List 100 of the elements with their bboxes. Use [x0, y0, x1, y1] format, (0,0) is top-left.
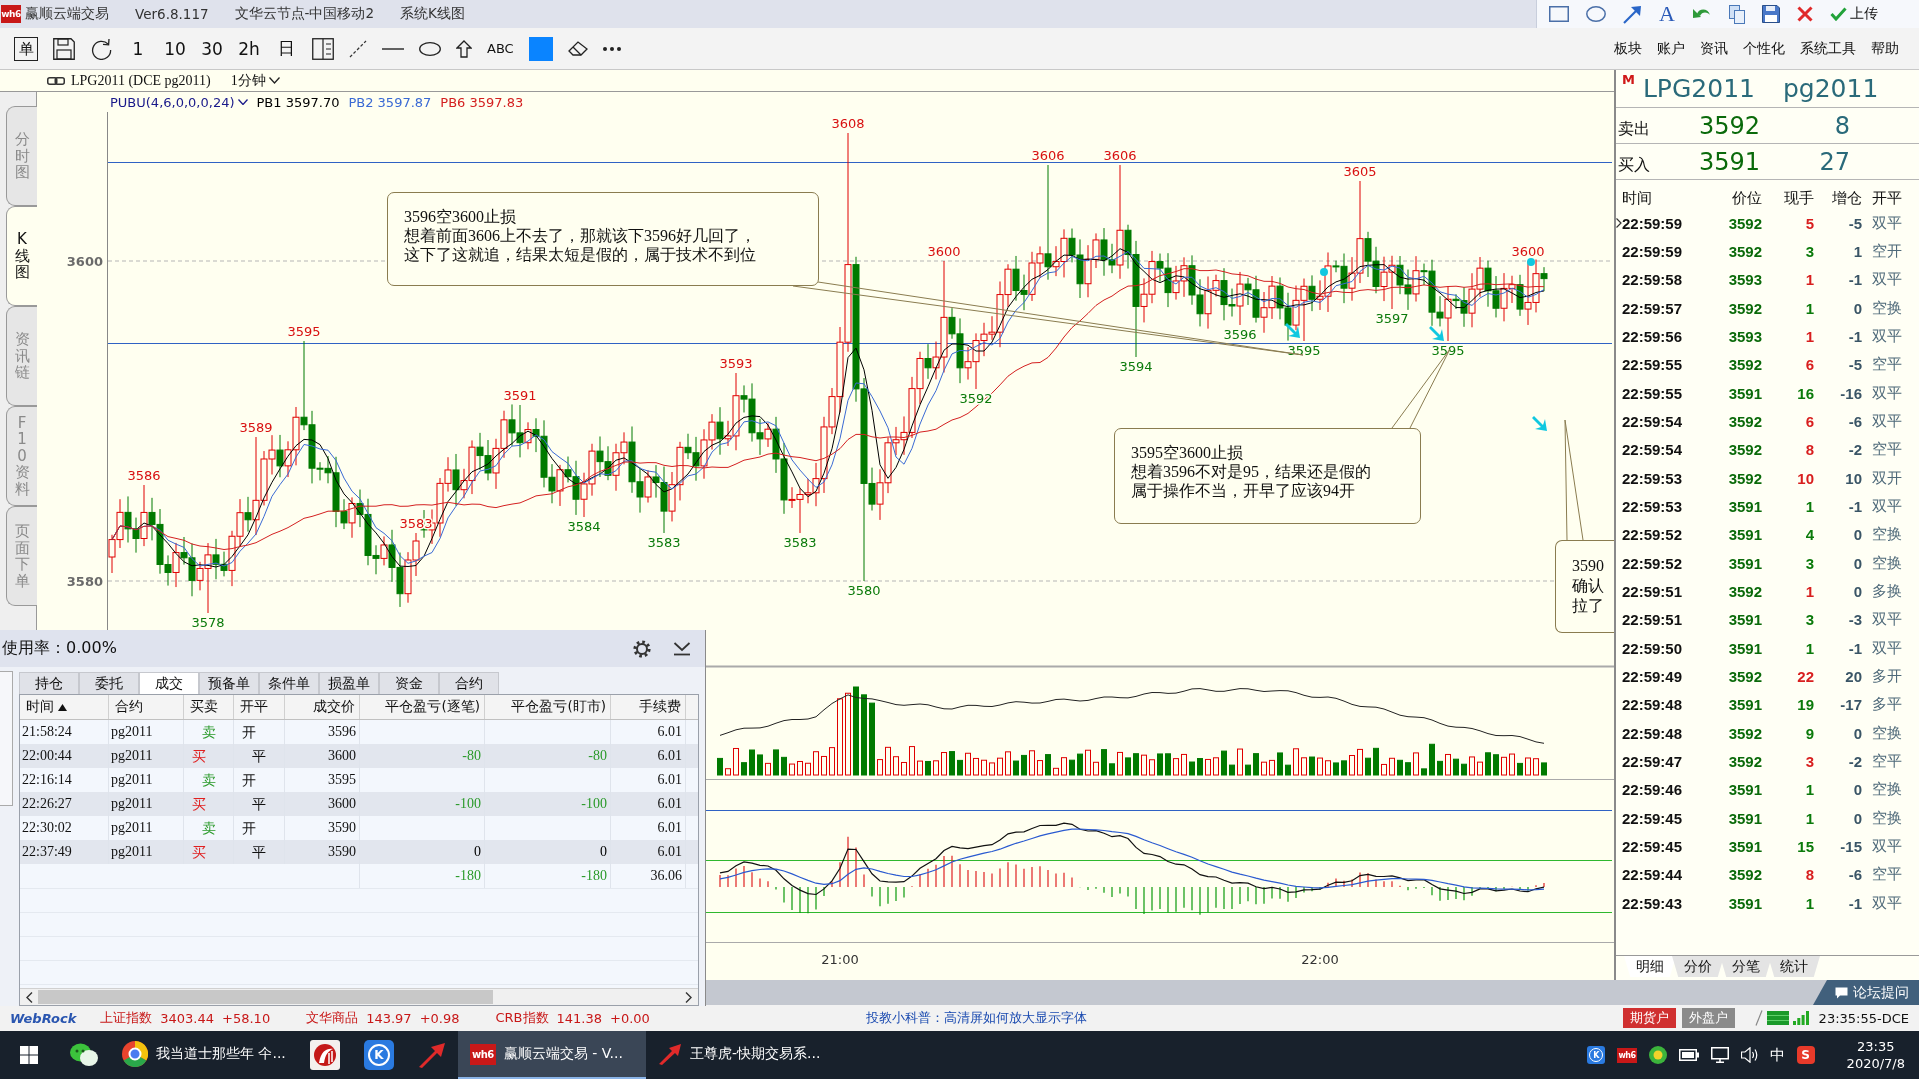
refresh-icon[interactable]: [90, 37, 112, 60]
detail-tab[interactable]: 统计: [1768, 956, 1820, 977]
sort-ascending-icon[interactable]: [58, 703, 67, 711]
app-icon[interactable]: [310, 1040, 340, 1070]
period-button[interactable]: 1: [127, 38, 149, 59]
menu-item[interactable]: 资讯: [1700, 39, 1728, 58]
tick-price: 3591: [1727, 781, 1762, 799]
copy-icon[interactable]: [1728, 4, 1745, 24]
save-icon[interactable]: [1761, 5, 1780, 23]
table-row[interactable]: 22:37:49 pg2011 买 平 3590 0 0 6.01: [20, 840, 698, 864]
tick-oi-change: -1: [1847, 639, 1862, 657]
tick-type: 空换: [1871, 525, 1902, 545]
close-icon[interactable]: [1796, 6, 1813, 22]
menu-item[interactable]: 个性化: [1743, 39, 1785, 58]
scroll-left-icon[interactable]: [26, 991, 33, 1003]
rectangle-icon[interactable]: [1549, 6, 1569, 22]
save-icon[interactable]: [53, 37, 75, 60]
tick-volume: 3: [1804, 752, 1814, 770]
period-button[interactable]: 日: [275, 37, 297, 60]
taskbar-window-button[interactable]: 我当道士那些年 仐...: [110, 1031, 298, 1079]
tick-time: 22:59:44: [1622, 866, 1684, 884]
order-tab[interactable]: 条件单: [259, 672, 319, 694]
order-tab[interactable]: 委托: [79, 672, 139, 694]
arrow-icon[interactable]: [1623, 4, 1642, 24]
side-tab[interactable]: K线图: [6, 206, 37, 306]
price-label: 3608: [831, 116, 865, 131]
tick-price: 3591: [1727, 611, 1762, 629]
speaker-icon[interactable]: [1740, 1047, 1758, 1063]
network-monitor-icon[interactable]: [1710, 1047, 1729, 1063]
input-method-logo[interactable]: S: [1796, 1046, 1815, 1064]
app-logo: wh6: [470, 1043, 496, 1065]
tray-circle-icon[interactable]: [1648, 1046, 1667, 1064]
scroll-right-icon[interactable]: [685, 991, 692, 1003]
tick-oi-change: -3: [1847, 611, 1862, 629]
horizontal-scrollbar[interactable]: [20, 988, 698, 1005]
scrollbar-thumb[interactable]: [38, 990, 493, 1004]
taskbar-window-button[interactable]: 王尊虎-快期交易系...: [646, 1031, 834, 1079]
total-cell: -180: [485, 864, 611, 888]
detail-tab[interactable]: 分价: [1672, 956, 1724, 977]
eraser-icon[interactable]: [567, 41, 588, 56]
period-button[interactable]: 2h: [238, 38, 260, 59]
taskbar-window-button[interactable]: wh6 赢顺云端交易 - V...: [458, 1031, 646, 1079]
horizontal-line-icon[interactable]: [382, 47, 404, 50]
period-dropdown[interactable]: 1分钟: [230, 71, 280, 90]
price-label: 3586: [127, 468, 161, 483]
app-icon[interactable]: K: [364, 1040, 394, 1070]
arrow-app-icon[interactable]: [418, 1042, 446, 1068]
detail-tab[interactable]: 分笔: [1720, 956, 1772, 977]
tick-volume: 1: [1804, 639, 1814, 657]
trend-line-icon[interactable]: [349, 39, 367, 58]
settings-icon[interactable]: [633, 639, 651, 658]
period-button[interactable]: 30: [201, 38, 223, 59]
brand-label: WebRock: [10, 1010, 77, 1026]
account-button[interactable]: 期货户: [1622, 1008, 1676, 1028]
menu-item[interactable]: 板块: [1614, 39, 1642, 58]
upload-button[interactable]: 上传: [1829, 5, 1878, 23]
price-label: 3595: [1431, 343, 1465, 358]
price-axis-label: 3600: [66, 254, 103, 269]
order-tab[interactable]: 持仓: [19, 672, 79, 694]
table-row[interactable]: 22:26:27 pg2011 买 平 3600 -100 -100 6.01: [20, 792, 698, 816]
tick-volume: 1: [1804, 582, 1814, 600]
tick-oi-change: 10: [1844, 469, 1862, 487]
link-icon[interactable]: [47, 76, 65, 85]
more-icon[interactable]: [602, 46, 621, 51]
view-title: 系统K线图: [400, 5, 465, 23]
text-tool-button[interactable]: A: [1659, 2, 1675, 26]
ellipse-icon[interactable]: [419, 41, 441, 56]
collapse-icon[interactable]: [673, 641, 691, 656]
forum-button[interactable]: 论坛提问: [1813, 980, 1919, 1005]
tick-price: 3592: [1727, 441, 1762, 459]
order-button[interactable]: 单: [14, 36, 38, 61]
tray-app-logo[interactable]: wh6: [1617, 1047, 1637, 1063]
battery-icon[interactable]: [1678, 1049, 1699, 1061]
tick-type: 空平: [1871, 355, 1902, 375]
table-row[interactable]: 22:00:44 pg2011 买 平 3600 -80 -80 6.01: [20, 744, 698, 768]
up-arrow-icon[interactable]: [456, 39, 472, 58]
input-method-label[interactable]: 中: [1769, 1045, 1785, 1065]
menu-item[interactable]: 帮助: [1871, 39, 1899, 58]
order-tab[interactable]: 损盈单: [319, 672, 379, 694]
color-swatch-icon[interactable]: [528, 36, 553, 61]
tip-link[interactable]: 投教小科普：高清屏如何放大显示字体: [865, 1009, 1087, 1027]
menu-item[interactable]: 系统工具: [1800, 39, 1856, 58]
tick-oi-change: -6: [1847, 412, 1862, 430]
layout-grid-icon[interactable]: [312, 37, 334, 60]
period-button[interactable]: 10: [164, 38, 186, 59]
tick-time: 22:59:45: [1622, 809, 1684, 827]
column-header: 现手: [1783, 189, 1814, 208]
order-tab[interactable]: 资金: [379, 672, 439, 694]
order-tab[interactable]: 合约: [439, 672, 499, 694]
order-tab[interactable]: 预备单: [199, 672, 259, 694]
indicator-dropdown[interactable]: PUBU(4,6,0,0,0,24): [110, 94, 248, 110]
detail-tab[interactable]: 明细: [1624, 956, 1676, 977]
menu-item[interactable]: 账户: [1657, 39, 1685, 58]
tray-app-icon[interactable]: K: [1587, 1046, 1606, 1064]
price-label: 3578: [191, 615, 225, 630]
start-windows-icon[interactable]: [20, 1046, 38, 1064]
index-name: 文华商品: [306, 1009, 359, 1027]
chat-app-icon[interactable]: [70, 1043, 98, 1067]
order-tab[interactable]: 成交: [139, 672, 199, 694]
text-tool-button[interactable]: ABC: [487, 41, 514, 56]
